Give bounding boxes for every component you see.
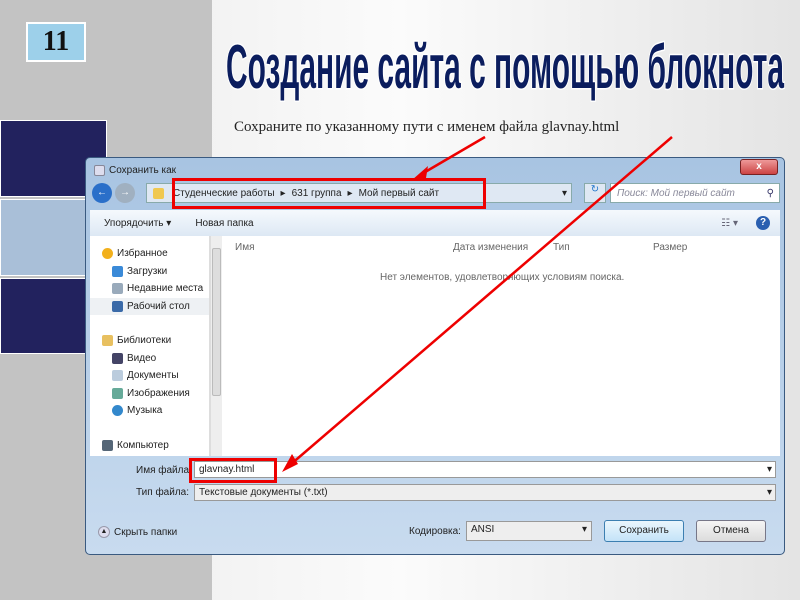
arrow-to-filename <box>289 136 673 466</box>
arrow-to-path <box>419 135 486 177</box>
arrow-head <box>282 454 298 472</box>
annotation-arrows <box>282 135 673 472</box>
arrow-head <box>412 166 428 180</box>
